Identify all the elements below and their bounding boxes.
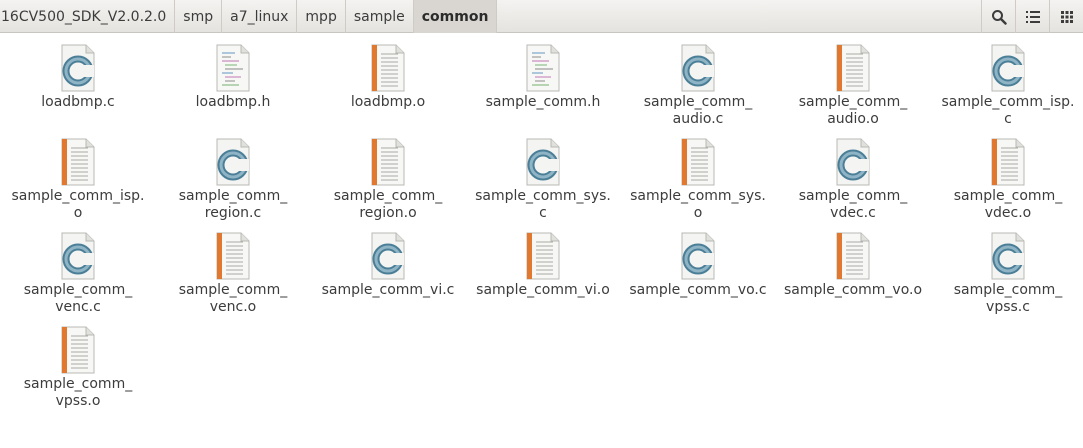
c-source-file-icon	[623, 38, 773, 92]
file-name-label: sample_comm_ venc.o	[178, 282, 288, 315]
file-item[interactable]: sample_comm_isp. c	[933, 38, 1083, 128]
file-name-label: sample_comm_vo.o	[783, 282, 923, 298]
file-item[interactable]: sample_comm_ region.c	[158, 132, 308, 222]
file-name-label: sample_comm_ vpss.c	[953, 282, 1063, 315]
file-name-label: sample_comm.h	[485, 94, 601, 110]
file-name-label: sample_comm_ region.c	[178, 188, 288, 221]
file-name-label: sample_comm_ audio.o	[798, 94, 908, 127]
breadcrumb-item-mpp[interactable]: mpp	[297, 0, 346, 33]
file-item[interactable]: sample_comm_isp. o	[3, 132, 153, 222]
file-name-label: sample_comm_sys. o	[630, 188, 766, 221]
file-item[interactable]: sample_comm_ vpss.c	[933, 226, 1083, 316]
file-name-label: loadbmp.h	[195, 94, 271, 110]
file-item[interactable]: sample_comm_vi.c	[313, 226, 463, 299]
file-item[interactable]: sample_comm_vo.c	[623, 226, 773, 299]
file-item[interactable]: loadbmp.h	[158, 38, 308, 111]
file-item[interactable]: loadbmp.o	[313, 38, 463, 111]
file-item[interactable]: sample_comm_ vpss.o	[3, 320, 153, 410]
object-file-icon	[778, 38, 928, 92]
file-name-label: sample_comm_ vpss.o	[23, 376, 133, 409]
file-name-label: sample_comm_vi.o	[476, 282, 610, 298]
file-name-label: sample_comm_ vdec.c	[798, 188, 908, 221]
file-grid: loadbmp.c loadbmp.h loadbmp.o sample_com…	[0, 33, 1083, 448]
file-item[interactable]: loadbmp.c	[3, 38, 153, 111]
c-source-file-icon	[778, 132, 928, 186]
breadcrumb-item-sdk[interactable]: 16CV500_SDK_V2.0.2.0	[0, 0, 176, 33]
c-source-file-icon	[3, 38, 153, 92]
object-file-icon	[623, 132, 773, 186]
file-name-label: sample_comm_ audio.c	[643, 94, 753, 127]
file-name-label: loadbmp.o	[350, 94, 426, 110]
file-name-label: sample_comm_isp. o	[11, 188, 145, 221]
file-name-label: sample_comm_ venc.c	[23, 282, 133, 315]
file-item[interactable]: sample_comm_ audio.c	[623, 38, 773, 128]
file-name-label: sample_comm_vi.c	[321, 282, 455, 298]
c-source-file-icon	[158, 132, 308, 186]
search-button[interactable]	[981, 0, 1015, 33]
c-source-file-icon	[3, 226, 153, 280]
file-item[interactable]: sample_comm_ audio.o	[778, 38, 928, 128]
file-name-label: sample_comm_ vdec.o	[953, 188, 1063, 221]
object-file-icon	[468, 226, 618, 280]
list-view-button[interactable]	[1015, 0, 1049, 33]
file-name-label: sample_comm_vo.c	[629, 282, 767, 298]
file-item[interactable]: sample_comm_sys. o	[623, 132, 773, 222]
object-file-icon	[3, 320, 153, 374]
breadcrumb-item-a7-linux[interactable]: a7_linux	[222, 0, 298, 33]
grid-view-button[interactable]	[1049, 0, 1083, 33]
object-file-icon	[933, 132, 1083, 186]
breadcrumb-item-sample[interactable]: sample	[346, 0, 414, 33]
object-file-icon	[313, 38, 463, 92]
c-source-file-icon	[313, 226, 463, 280]
grid-view-icon	[1060, 10, 1073, 23]
file-name-label: sample_comm_isp. c	[941, 94, 1075, 127]
file-name-label: loadbmp.c	[41, 94, 115, 110]
path-bar: 16CV500_SDK_V2.0.2.0 smp a7_linux mpp sa…	[0, 0, 1083, 33]
list-view-icon	[1025, 10, 1040, 23]
c-source-file-icon	[933, 38, 1083, 92]
file-item[interactable]: sample_comm_vo.o	[778, 226, 928, 299]
c-source-file-icon	[468, 132, 618, 186]
file-item[interactable]: sample_comm_ venc.o	[158, 226, 308, 316]
object-file-icon	[3, 132, 153, 186]
object-file-icon	[778, 226, 928, 280]
file-item[interactable]: sample_comm_ vdec.c	[778, 132, 928, 222]
file-item[interactable]: sample_comm_ vdec.o	[933, 132, 1083, 222]
search-icon	[991, 9, 1007, 25]
file-item[interactable]: sample_comm_ region.o	[313, 132, 463, 222]
breadcrumb: 16CV500_SDK_V2.0.2.0 smp a7_linux mpp sa…	[0, 0, 498, 33]
c-source-file-icon	[623, 226, 773, 280]
breadcrumb-item-smp[interactable]: smp	[175, 0, 223, 33]
file-item[interactable]: sample_comm_sys. c	[468, 132, 618, 222]
file-item[interactable]: sample_comm.h	[468, 38, 618, 111]
breadcrumb-item-common[interactable]: common	[413, 0, 498, 33]
c-header-file-icon	[158, 38, 308, 92]
file-item[interactable]: sample_comm_ venc.c	[3, 226, 153, 316]
file-name-label: sample_comm_sys. c	[475, 188, 611, 221]
object-file-icon	[158, 226, 308, 280]
file-name-label: sample_comm_ region.o	[333, 188, 443, 221]
c-header-file-icon	[468, 38, 618, 92]
file-item[interactable]: sample_comm_vi.o	[468, 226, 618, 299]
c-source-file-icon	[933, 226, 1083, 280]
object-file-icon	[313, 132, 463, 186]
